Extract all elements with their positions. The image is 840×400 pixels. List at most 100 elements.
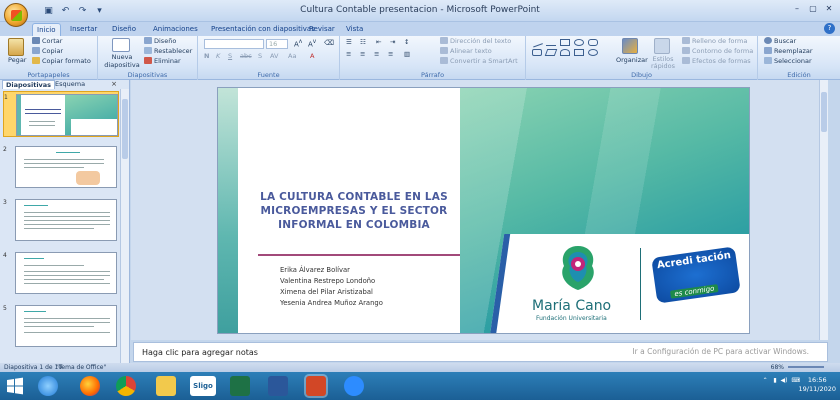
scrollbar-thumb[interactable] (122, 99, 128, 159)
slide-thumbnail-2[interactable]: 2 (3, 144, 119, 190)
text-direction-button[interactable]: Dirección del texto (440, 37, 511, 45)
current-slide[interactable]: LA CULTURA CONTABLE EN LAS MICROEMPRESAS… (217, 87, 750, 334)
reset-button[interactable]: Restablecer (144, 47, 192, 55)
paste-button[interactable]: Pegar (8, 56, 26, 64)
clear-format-icon[interactable]: ⌫ (324, 39, 334, 47)
powerpoint-icon[interactable] (306, 376, 326, 396)
strikethrough-icon[interactable]: abc (240, 52, 252, 60)
shape-fill-label: Relleno de forma (692, 37, 748, 45)
slides-panel-scrollbar[interactable] (120, 89, 129, 364)
tab-revisar[interactable]: Revisar (305, 23, 339, 36)
editor-scrollbar-thumb[interactable] (821, 92, 827, 132)
minimize-icon[interactable]: – (790, 3, 804, 15)
spacing-icon[interactable]: AV (270, 52, 278, 60)
bullets-icon[interactable]: ☰ (346, 38, 352, 46)
help-icon[interactable]: ? (824, 23, 835, 34)
align-center-icon[interactable]: ≡ (360, 50, 365, 58)
zoom-level[interactable]: 68% (771, 363, 784, 372)
close-icon[interactable]: ✕ (822, 3, 836, 15)
italic-icon[interactable]: K (216, 52, 220, 60)
binoculars-icon (764, 37, 772, 44)
align-right-icon[interactable]: ≡ (374, 50, 379, 58)
line-shape-icon[interactable] (531, 37, 543, 48)
tab-vista[interactable]: Vista (342, 23, 367, 36)
tab-diseno[interactable]: Diseño (108, 23, 140, 36)
zoom-app-icon[interactable] (344, 376, 364, 396)
indent-increase-icon[interactable]: ⇥ (390, 38, 395, 46)
office-button[interactable] (4, 3, 28, 27)
quick-styles-button[interactable]: Estilos rápidos (648, 56, 678, 70)
font-size-field[interactable]: 16 (266, 39, 288, 49)
tab-animaciones[interactable]: Animaciones (149, 23, 202, 36)
editor-scrollbar[interactable] (819, 80, 828, 340)
parallelogram-shape-icon[interactable] (544, 49, 558, 56)
underline-icon[interactable]: S (228, 52, 232, 60)
bold-icon[interactable]: N (204, 52, 209, 60)
textbox-shape-icon[interactable] (532, 49, 542, 56)
slide-thumbnail-5[interactable]: 5 (3, 303, 119, 349)
delete-button[interactable]: Eliminar (144, 57, 181, 65)
shape-outline-button[interactable]: Contorno de forma (682, 47, 753, 55)
slide-title[interactable]: LA CULTURA CONTABLE EN LAS MICROEMPRESAS… (248, 190, 460, 232)
taskbar-clock[interactable]: 16:56 19/11/2020 (799, 376, 836, 394)
notes-placeholder: Haga clic para agregar notas (142, 348, 258, 357)
slide-authors[interactable]: Erika Álvarez Bolívar Valentina Restrepo… (280, 265, 383, 309)
rounded-rect-shape-icon[interactable] (588, 39, 598, 46)
rectangle-shape-icon[interactable] (560, 39, 570, 46)
tab-presentacion[interactable]: Presentación con diapositivas (207, 23, 319, 36)
maximize-icon[interactable]: ▢ (806, 3, 820, 15)
slide-thumbnail-4[interactable]: 4 (3, 250, 119, 296)
select-button[interactable]: Seleccionar (764, 57, 812, 65)
windows-start-icon[interactable] (5, 376, 25, 396)
arc-shape-icon[interactable] (560, 49, 570, 56)
group-label-diapositivas: Diapositivas (127, 71, 168, 79)
font-color-icon[interactable]: A (310, 52, 314, 60)
oval-shape-icon[interactable] (574, 39, 584, 46)
shape-fill-button[interactable]: Relleno de forma (682, 37, 747, 45)
new-slide-button[interactable]: Nueva diapositiva (104, 53, 140, 69)
format-painter-button[interactable]: Copiar formato (32, 57, 91, 65)
layout-button[interactable]: Diseño (144, 37, 176, 45)
tab-inicio[interactable]: Inicio (32, 23, 61, 36)
panel-close-icon[interactable]: × (111, 80, 117, 88)
network-icon[interactable]: ▮ (773, 377, 776, 384)
bracket-shape-icon[interactable] (574, 49, 584, 56)
cut-button[interactable]: Cortar (32, 37, 62, 45)
smartart-button[interactable]: Convertir a SmartArt (440, 57, 518, 65)
internet-explorer-icon[interactable] (38, 376, 58, 396)
grow-font-icon[interactable]: Aʌ (294, 39, 302, 48)
replace-button[interactable]: Reemplazar (764, 47, 813, 55)
chrome-icon[interactable] (116, 376, 136, 396)
find-button[interactable]: Buscar (764, 37, 796, 45)
firefox-icon[interactable] (80, 376, 100, 396)
excel-icon[interactable] (230, 376, 250, 396)
shadow-icon[interactable]: S (258, 52, 262, 60)
tab-diapositivas[interactable]: Diapositivas (2, 80, 56, 89)
word-icon[interactable] (268, 376, 288, 396)
indent-decrease-icon[interactable]: ⇤ (376, 38, 381, 46)
shape-effects-button[interactable]: Efectos de formas (682, 57, 751, 65)
arrange-button[interactable]: Organizar (616, 56, 648, 64)
star-shape-icon[interactable] (588, 49, 598, 56)
case-icon[interactable]: Aa (288, 52, 296, 60)
slide-thumbnail-3[interactable]: 3 (3, 197, 119, 243)
tab-insertar[interactable]: Insertar (66, 23, 101, 36)
arrow-shape-icon[interactable] (546, 39, 556, 46)
tab-esquema[interactable]: Esquema (52, 80, 88, 89)
shrink-font-icon[interactable]: Av (308, 39, 316, 48)
align-text-button[interactable]: Alinear texto (440, 47, 492, 55)
volume-icon[interactable]: ◀) (781, 377, 788, 384)
justify-icon[interactable]: ≡ (388, 50, 393, 58)
file-explorer-icon[interactable] (156, 376, 176, 396)
columns-icon[interactable]: ▥ (404, 50, 410, 58)
slide-thumbnail-1[interactable]: 1 (3, 91, 119, 137)
numbering-icon[interactable]: ☷ (360, 38, 366, 46)
notes-pane[interactable]: Haga clic para agregar notas Ir a Config… (133, 342, 828, 362)
tray-chevron-icon[interactable]: ⌃ (763, 377, 768, 384)
siigo-icon[interactable]: Sligo (190, 376, 216, 396)
copy-button[interactable]: Copiar (32, 47, 63, 55)
align-left-icon[interactable]: ≡ (346, 50, 351, 58)
font-name-field[interactable] (204, 39, 264, 49)
line-spacing-icon[interactable]: ↕ (404, 38, 409, 46)
zoom-slider[interactable] (788, 366, 824, 368)
